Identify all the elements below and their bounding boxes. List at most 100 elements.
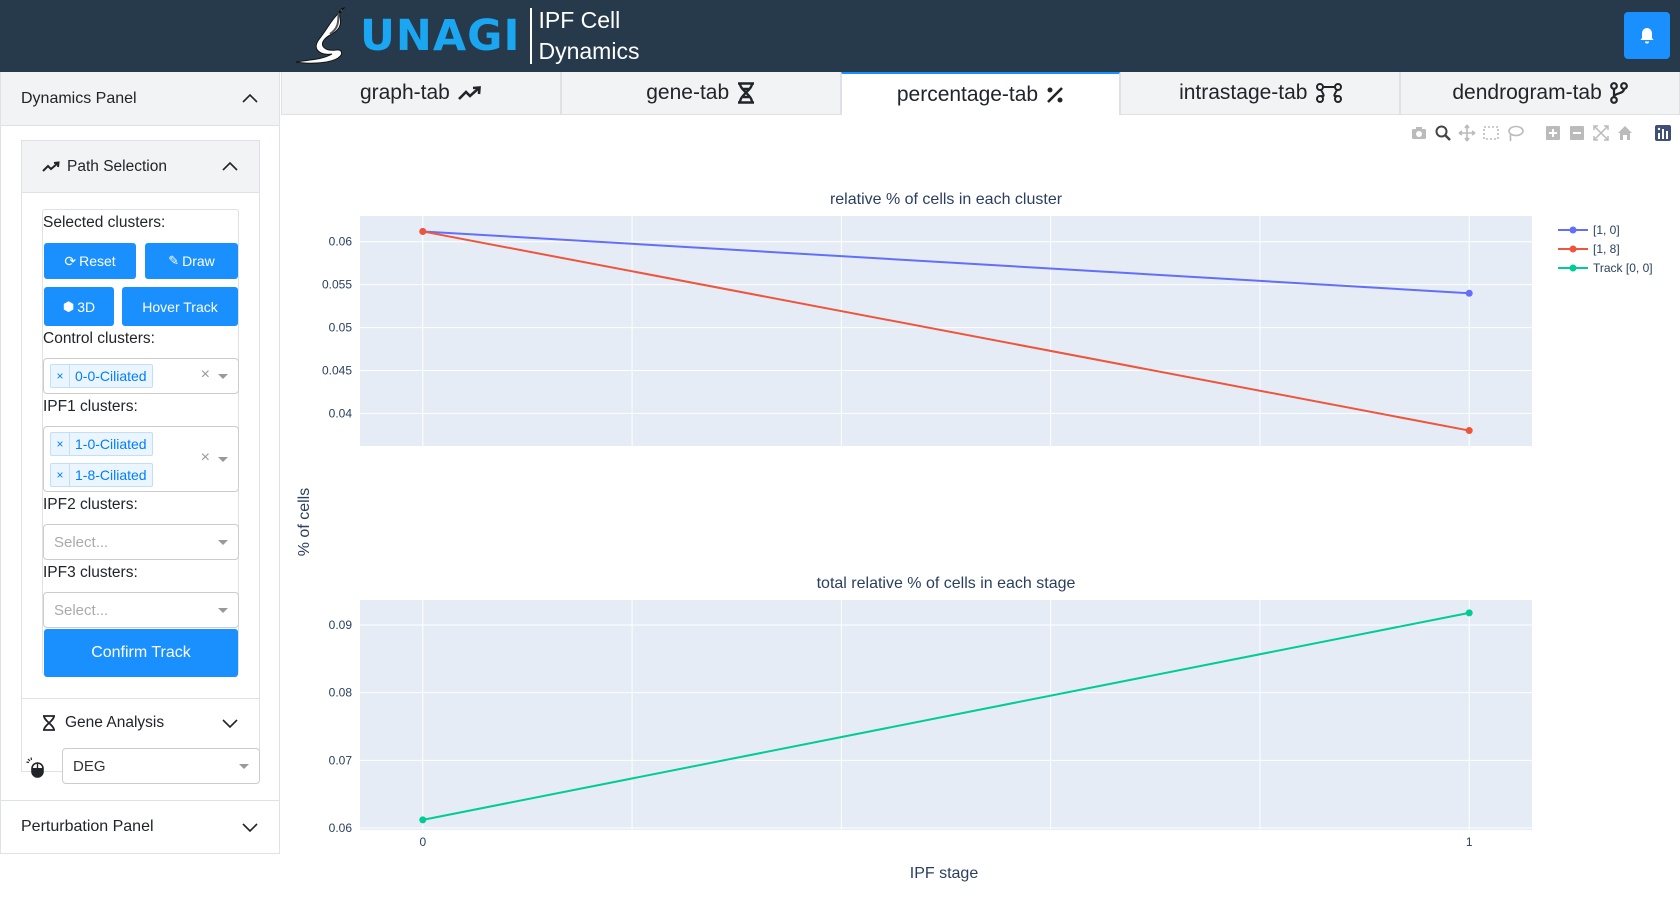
ipf1-clusters-label: IPF1 clusters: — [43, 398, 138, 415]
draw-label: Draw — [182, 253, 215, 269]
tab-percentage[interactable]: percentage-tab — [840, 72, 1121, 115]
tag-label: 1-0-Ciliated — [75, 436, 147, 452]
dropdown-caret-icon[interactable] — [218, 540, 228, 545]
selected-clusters-label: Selected clusters: — [43, 214, 166, 231]
tab-label: gene-tab — [646, 81, 730, 104]
subtitle-line-2: Dynamics — [538, 38, 640, 64]
eel-logo-icon — [295, 7, 346, 64]
dropdown-caret-icon[interactable] — [218, 457, 228, 462]
confirm-track-label: Confirm Track — [91, 644, 191, 661]
brand-divider — [530, 8, 533, 64]
x-axis-label: IPF stage — [910, 865, 979, 882]
tab-gene[interactable]: gene-tab — [560, 72, 841, 115]
chart-line-icon — [42, 160, 60, 172]
reset-button[interactable]: ⟳ Reset — [44, 243, 136, 279]
control-clusters-label: Control clusters: — [43, 330, 155, 347]
data-point — [1465, 289, 1473, 297]
redo-icon: ⟳ — [64, 252, 77, 269]
path-selection-header[interactable]: Path Selection — [22, 141, 259, 193]
notifications-button[interactable] — [1624, 12, 1670, 59]
draw-button[interactable]: ✎ Draw — [145, 243, 238, 279]
tab-label: dendrogram-tab — [1452, 81, 1602, 104]
analysis-method-select[interactable]: DEG — [62, 748, 260, 784]
legend-label: [1, 8] — [1593, 242, 1620, 256]
tab-bar: graph-tab gene-tab percentage-tab intras… — [281, 72, 1680, 115]
ipf2-clusters-label: IPF2 clusters: — [43, 496, 138, 513]
y-tick-label: 0.055 — [322, 278, 352, 292]
chevron-down-icon — [222, 718, 238, 728]
chart-title: total relative % of cells in each stage — [817, 575, 1076, 592]
app-subtitle: IPF Cell Dynamics — [538, 5, 639, 67]
legend-marker — [1569, 226, 1577, 234]
dropdown-caret-icon[interactable] — [239, 764, 249, 769]
ipf1-clusters-select[interactable]: × 1-0-Ciliated × 1-8-Ciliated × — [43, 426, 239, 492]
data-point — [1465, 609, 1473, 617]
logo: UNAGI IPF Cell Dynamics — [292, 4, 639, 68]
3d-label: 3D — [77, 298, 96, 315]
code-branch-icon — [1609, 82, 1628, 104]
tag-label: 0-0-Ciliated — [75, 368, 147, 384]
path-selection-title: Path Selection — [67, 157, 167, 175]
analysis-method-value: DEG — [73, 758, 106, 775]
gene-analysis-title: Gene Analysis — [65, 713, 165, 731]
chevron-up-icon — [222, 161, 238, 171]
bell-icon — [1640, 27, 1654, 43]
chart-title: relative % of cells in each cluster — [830, 191, 1063, 208]
perturbation-panel-title: Perturbation Panel — [21, 817, 154, 835]
cube-icon: ⬢ — [62, 298, 75, 314]
data-point — [1465, 427, 1473, 435]
dna-icon — [738, 82, 755, 104]
chart-line-icon — [457, 86, 481, 100]
diagram-icon — [1315, 83, 1342, 103]
percentage-plot[interactable]: 0.04 0.045 0.05 0.055 0.06 relative % of cell… — [290, 140, 1680, 900]
control-clusters-select[interactable]: × 0-0-Ciliated × — [43, 358, 239, 394]
hover-track-button[interactable]: Hover Track — [122, 287, 238, 326]
y-tick-label: 0.045 — [322, 363, 352, 377]
y-tick-label: 0.06 — [329, 821, 353, 835]
dynamics-panel-header[interactable]: Dynamics Panel — [1, 72, 279, 126]
remove-tag-icon[interactable]: × — [51, 464, 70, 486]
brand-name: UNAGI — [360, 11, 521, 61]
cluster-tag: × 1-0-Ciliated — [50, 432, 153, 456]
gene-analysis-header[interactable]: Gene Analysis — [22, 698, 259, 746]
y-tick-label: 0.09 — [329, 618, 353, 632]
x-tick-label: 1 — [1466, 835, 1473, 849]
tab-intrastage[interactable]: intrastage-tab — [1120, 72, 1401, 115]
tab-label: graph-tab — [359, 81, 450, 104]
3d-button[interactable]: ⬢ 3D — [44, 287, 114, 326]
legend-marker — [1569, 245, 1577, 253]
remove-tag-icon[interactable]: × — [51, 433, 70, 455]
data-point — [419, 227, 427, 235]
legend-marker — [1569, 264, 1577, 272]
brush-icon: ✎ — [168, 253, 180, 268]
tab-graph[interactable]: graph-tab — [281, 72, 561, 115]
sidebar: Dynamics Panel Path Selection Selected c… — [0, 72, 280, 854]
ipf3-clusters-label: IPF3 clusters: — [43, 564, 138, 581]
ipf2-clusters-select[interactable]: Select... — [43, 524, 239, 560]
app-header: UNAGI IPF Cell Dynamics — [0, 0, 1680, 72]
x-tick-label: 0 — [419, 835, 426, 849]
perturbation-panel-header[interactable]: Perturbation Panel — [1, 800, 279, 852]
cluster-tag: × 0-0-Ciliated — [50, 364, 153, 388]
legend-label: Track [0, 0] — [1593, 261, 1653, 275]
data-point — [419, 816, 427, 824]
mouse-click-icon — [26, 757, 44, 778]
remove-tag-icon[interactable]: × — [51, 365, 70, 387]
tab-label: intrastage-tab — [1179, 81, 1308, 104]
percent-icon — [1047, 86, 1064, 103]
clear-icon[interactable]: × — [201, 366, 210, 384]
tab-dendrogram[interactable]: dendrogram-tab — [1400, 72, 1680, 115]
clear-icon[interactable]: × — [201, 449, 210, 467]
ipf3-clusters-select[interactable]: Select... — [43, 592, 239, 628]
subtitle-line-1: IPF Cell — [538, 7, 621, 33]
dropdown-caret-icon[interactable] — [218, 374, 228, 379]
chevron-up-icon — [242, 93, 258, 103]
dropdown-caret-icon[interactable] — [218, 608, 228, 613]
confirm-track-button[interactable]: Confirm Track — [44, 629, 238, 677]
hover-track-label: Hover Track — [142, 298, 218, 315]
y-tick-label: 0.08 — [329, 686, 353, 700]
ipf2-placeholder: Select... — [54, 534, 109, 551]
y-tick-label: 0.04 — [329, 406, 353, 420]
tab-label: percentage-tab — [896, 82, 1039, 106]
ipf3-placeholder: Select... — [54, 602, 109, 619]
